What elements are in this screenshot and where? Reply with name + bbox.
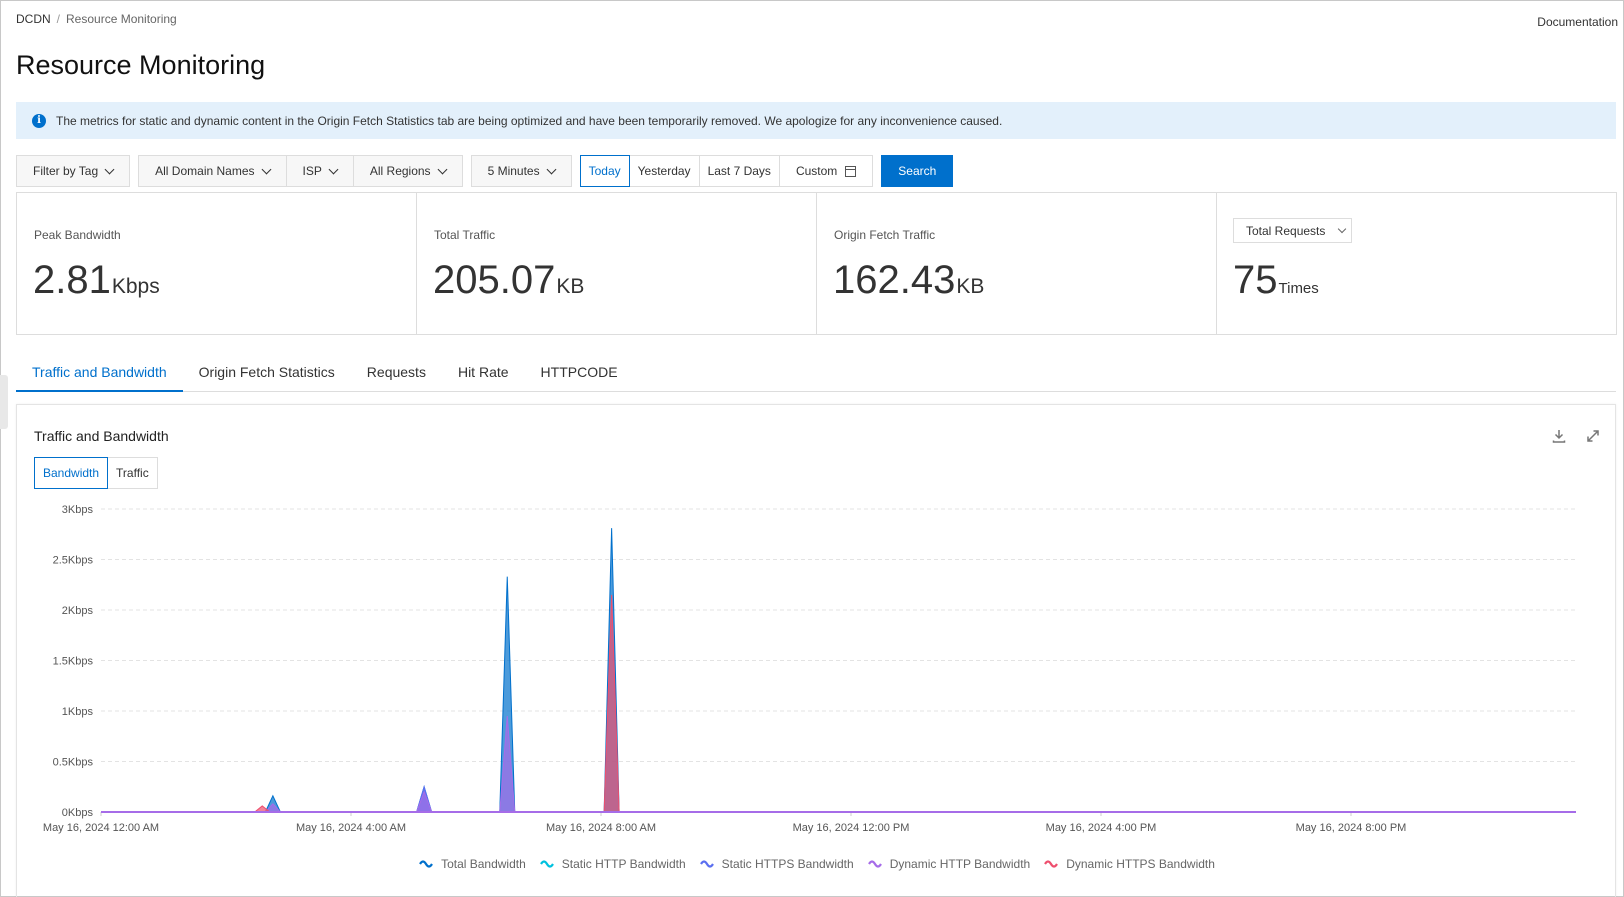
card-unit: KB: [956, 275, 985, 298]
legend-wave-icon: [539, 860, 554, 868]
interval-label: 5 Minutes: [487, 164, 540, 178]
metric-toggle: Bandwidth Traffic: [34, 457, 158, 489]
breadcrumb-root[interactable]: DCDN: [16, 12, 51, 26]
legend-label: Total Bandwidth: [441, 857, 526, 871]
sidebar-collapse-handle[interactable]: [0, 375, 8, 429]
card-label: Total Traffic: [434, 228, 496, 242]
y-tick-label: 1.5Kbps: [53, 656, 94, 668]
origin-fetch-traffic-card: Origin Fetch Traffic 162.43KB: [817, 193, 1217, 334]
filter-bar: Filter by Tag All Domain Names ISP All R…: [16, 155, 954, 187]
y-tick-label: 3Kbps: [62, 504, 94, 516]
banner-message: The metrics for static and dynamic conte…: [56, 113, 1003, 128]
isp-label: ISP: [302, 164, 322, 178]
breadcrumb-separator: /: [56, 12, 61, 26]
tab-bar: Traffic and Bandwidth Origin Fetch Stati…: [16, 358, 1616, 392]
card-value: 205.07: [433, 258, 556, 302]
request-metric-label: Total Requests: [1246, 223, 1326, 238]
card-unit: Kbps: [111, 275, 160, 298]
total-traffic-card: Total Traffic 205.07KB: [417, 193, 817, 334]
x-tick-label: May 16, 2024 4:00 PM: [1046, 822, 1157, 834]
x-tick-label: May 16, 2024 8:00 AM: [546, 822, 656, 834]
chevron-down-icon: [1338, 224, 1347, 233]
interval-dropdown[interactable]: 5 Minutes: [470, 155, 572, 187]
isp-dropdown[interactable]: ISP: [286, 155, 354, 187]
y-tick-label: 0.5Kbps: [53, 757, 94, 769]
tab-httpcode[interactable]: HTTPCODE: [525, 358, 634, 392]
search-button[interactable]: Search: [881, 155, 954, 187]
card-value: 162.43: [833, 258, 956, 302]
chart-panel: 0Kbps 0.5Kbps 1Kbps 1.5Kbps 2Kbps 2.5Kbps 3Kbp…: [16, 404, 1616, 897]
tab-traffic-and-bandwidth[interactable]: Traffic and Bandwidth: [16, 358, 183, 392]
tab-origin-fetch-statistics[interactable]: Origin Fetch Statistics: [183, 358, 351, 392]
tab-requests[interactable]: Requests: [351, 358, 442, 392]
legend-label: Static HTTPS Bandwidth: [721, 857, 854, 871]
legend-item[interactable]: Static HTTP Bandwidth: [539, 857, 686, 871]
bandwidth-chart: 0Kbps 0.5Kbps 1Kbps 1.5Kbps 2Kbps 2.5Kbps 3Kbp…: [43, 504, 1576, 834]
summary-cards: Peak Bandwidth 2.81Kbps Total Traffic 20…: [16, 192, 1617, 335]
x-tick-label: May 16, 2024 12:00 PM: [793, 822, 910, 834]
range-yesterday-button[interactable]: Yesterday: [629, 155, 700, 187]
legend-item[interactable]: Static HTTPS Bandwidth: [699, 857, 854, 871]
custom-label: Custom: [795, 164, 838, 178]
page-title: Resource Monitoring: [16, 50, 266, 80]
y-tick-label: 2Kbps: [62, 605, 94, 617]
peak-bandwidth-card: Peak Bandwidth 2.81Kbps: [17, 193, 417, 334]
card-unit: Times: [1278, 280, 1319, 297]
range-custom-button[interactable]: Custom: [779, 155, 874, 187]
series-peak: [415, 790, 433, 813]
legend-wave-icon: [867, 860, 882, 868]
documentation-link[interactable]: Documentation: [1537, 15, 1618, 29]
series-peak: [603, 594, 620, 813]
chevron-down-icon: [437, 164, 448, 174]
x-tick-label: May 16, 2024 8:00 PM: [1296, 822, 1407, 834]
card-label: Peak Bandwidth: [34, 228, 121, 242]
requests-card: Total Requests 75Times: [1217, 193, 1616, 334]
breadcrumb-current: Resource Monitoring: [66, 12, 177, 26]
chevron-down-icon: [261, 164, 271, 174]
legend-label: Dynamic HTTP Bandwidth: [889, 857, 1031, 871]
calendar-icon: [845, 165, 857, 177]
request-metric-select[interactable]: Total Requests: [1233, 218, 1352, 243]
tab-hit-rate[interactable]: Hit Rate: [442, 358, 525, 392]
y-tick-label: 1Kbps: [62, 706, 94, 718]
chevron-down-icon: [546, 164, 557, 174]
region-dropdown[interactable]: All Regions: [353, 155, 463, 187]
download-icon[interactable]: [1551, 428, 1567, 444]
traffic-toggle[interactable]: Traffic: [108, 457, 158, 489]
chevron-down-icon: [104, 164, 115, 174]
filter-by-tag-label: Filter by Tag: [33, 164, 99, 178]
domain-dropdown[interactable]: All Domain Names: [138, 155, 287, 187]
filter-by-tag-dropdown[interactable]: Filter by Tag: [16, 155, 131, 187]
panel-title: Traffic and Bandwidth: [34, 428, 169, 444]
bandwidth-toggle[interactable]: Bandwidth: [34, 457, 109, 489]
legend-item[interactable]: Dynamic HTTPS Bandwidth: [1044, 857, 1215, 871]
chevron-down-icon: [328, 164, 339, 174]
breadcrumb: DCDN / Resource Monitoring: [16, 12, 177, 26]
info-icon: i: [32, 113, 46, 128]
legend-wave-icon: [699, 860, 714, 868]
x-tick-label: May 16, 2024 4:00 AM: [296, 822, 406, 834]
legend-label: Dynamic HTTPS Bandwidth: [1066, 857, 1215, 871]
card-unit: KB: [556, 275, 585, 298]
expand-icon[interactable]: [1585, 428, 1601, 444]
x-tick-label: May 16, 2024 12:00 AM: [43, 822, 159, 834]
range-today-button[interactable]: Today: [579, 155, 630, 187]
card-value: 2.81: [33, 258, 111, 302]
domain-label: All Domain Names: [155, 164, 255, 178]
y-tick-label: 2.5Kbps: [53, 555, 94, 567]
legend-label: Static HTTP Bandwidth: [561, 857, 686, 871]
card-label: Origin Fetch Traffic: [834, 228, 936, 242]
y-tick-label: 0Kbps: [62, 807, 94, 819]
card-value: 75: [1233, 258, 1278, 302]
region-label: All Regions: [369, 164, 431, 178]
legend-item[interactable]: Total Bandwidth: [419, 857, 526, 871]
range-last-7-days-button[interactable]: Last 7 Days: [699, 155, 780, 187]
chart-legend: Total Bandwidth Static HTTP Bandwidth Stat…: [17, 857, 1617, 871]
legend-wave-icon: [419, 860, 434, 868]
info-banner: i The metrics for static and dynamic con…: [16, 102, 1616, 139]
legend-wave-icon: [1044, 860, 1059, 868]
legend-item[interactable]: Dynamic HTTP Bandwidth: [867, 857, 1031, 871]
